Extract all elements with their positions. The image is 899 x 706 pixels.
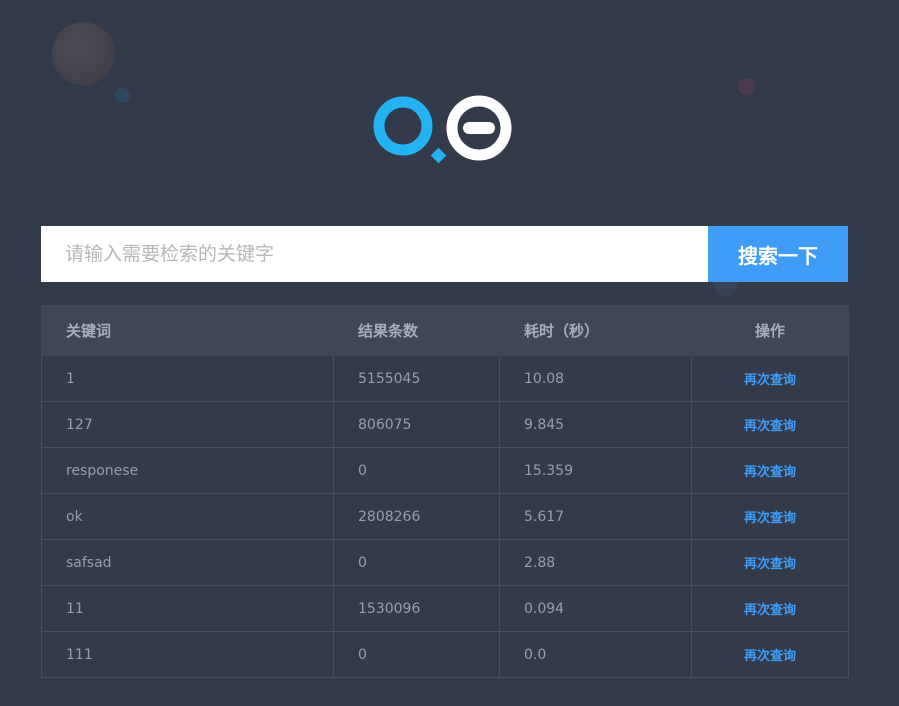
cell-elapsed-time: 0.094: [499, 585, 692, 632]
cell-elapsed-time: 5.617: [499, 493, 692, 540]
cell-result-count: 0: [333, 447, 500, 494]
search-bar: 搜索一下: [41, 226, 848, 282]
requery-link[interactable]: 再次查询: [691, 631, 849, 678]
search-history-table: 关键词 结果条数 耗时（秒） 操作 1 5155045 10.08 再次查询 1…: [41, 305, 849, 678]
search-button[interactable]: 搜索一下: [708, 226, 848, 282]
requery-link[interactable]: 再次查询: [691, 585, 849, 632]
cell-keyword: safsad: [41, 539, 334, 586]
header-action: 操作: [691, 305, 849, 356]
requery-link[interactable]: 再次查询: [691, 539, 849, 586]
cell-result-count: 0: [333, 631, 500, 678]
cell-keyword: 1: [41, 355, 334, 402]
requery-link[interactable]: 再次查询: [691, 355, 849, 402]
cell-elapsed-time: 0.0: [499, 631, 692, 678]
decor-bubble-large: [52, 22, 115, 85]
table-row: responese 0 15.359 再次查询: [41, 447, 849, 494]
cell-result-count: 0: [333, 539, 500, 586]
table-row: 11 1530096 0.094 再次查询: [41, 585, 849, 632]
cell-keyword: responese: [41, 447, 334, 494]
table-row: 111 0 0.0 再次查询: [41, 631, 849, 678]
cell-result-count: 806075: [333, 401, 500, 448]
decor-bubble-small: [115, 88, 130, 103]
decor-bubble-small: [738, 78, 755, 95]
requery-link[interactable]: 再次查询: [691, 447, 849, 494]
qo-logo-icon: [373, 95, 512, 164]
cell-result-count: 5155045: [333, 355, 500, 402]
header-result-count: 结果条数: [333, 305, 500, 356]
table-row: ok 2808266 5.617 再次查询: [41, 493, 849, 540]
cell-keyword: ok: [41, 493, 334, 540]
table-row: 1 5155045 10.08 再次查询: [41, 355, 849, 402]
header-keyword: 关键词: [41, 305, 334, 356]
cell-result-count: 1530096: [333, 585, 500, 632]
requery-link[interactable]: 再次查询: [691, 493, 849, 540]
cell-elapsed-time: 15.359: [499, 447, 692, 494]
requery-link[interactable]: 再次查询: [691, 401, 849, 448]
table-header-row: 关键词 结果条数 耗时（秒） 操作: [41, 305, 849, 356]
table-row: safsad 0 2.88 再次查询: [41, 539, 849, 586]
cell-keyword: 11: [41, 585, 334, 632]
table-row: 127 806075 9.845 再次查询: [41, 401, 849, 448]
search-input[interactable]: [41, 226, 708, 282]
cell-keyword: 111: [41, 631, 334, 678]
cell-elapsed-time: 9.845: [499, 401, 692, 448]
cell-elapsed-time: 2.88: [499, 539, 692, 586]
header-elapsed-time: 耗时（秒）: [499, 305, 692, 356]
cell-result-count: 2808266: [333, 493, 500, 540]
cell-keyword: 127: [41, 401, 334, 448]
cell-elapsed-time: 10.08: [499, 355, 692, 402]
